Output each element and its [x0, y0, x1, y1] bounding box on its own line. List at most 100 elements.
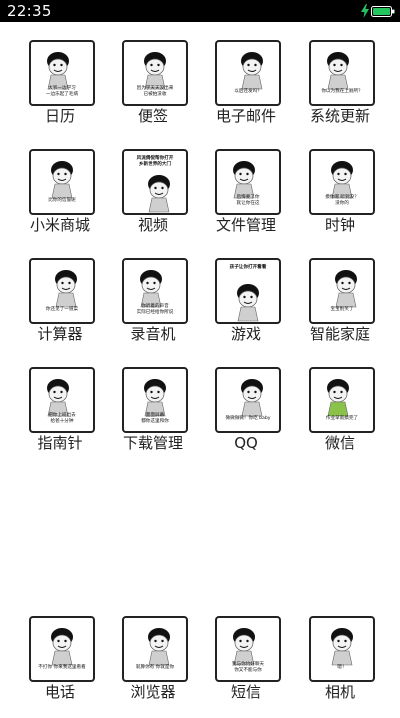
app-phone[interactable]: 不打你 你来我这里看看 电话 — [16, 612, 106, 718]
body-shape — [335, 292, 357, 308]
clock-icon: 摸你啊 听到没？ 没你的 — [309, 149, 375, 215]
meme-art: 孩子让你打开看看 — [230, 263, 267, 322]
app-label: 指南针 — [37, 434, 83, 452]
app-email[interactable]: 以后还发吗？ 电子邮件 — [202, 36, 292, 142]
eye-left — [239, 639, 242, 643]
eye-right — [60, 390, 63, 394]
app-label: 计算器 — [37, 325, 83, 343]
face-shape — [328, 58, 348, 76]
meme-art: 你还见了一道菜 — [46, 270, 79, 312]
meme-caption: 嗯！ — [337, 664, 346, 670]
meme-art: 把你上班出去给爸十分钟 — [47, 379, 76, 424]
mi-store-icon: 比你的信誉呢 — [29, 149, 95, 215]
meme-caption: 孩子让你打开看看 — [230, 263, 267, 270]
app-camera[interactable]: 嗯！ 相机 — [296, 612, 386, 718]
body-shape — [327, 401, 349, 417]
face-shape — [328, 385, 348, 403]
meme-caption: 宝宝别笑了 — [331, 305, 354, 312]
compass-icon: 把你上班出去 给爸十分钟 — [29, 367, 95, 433]
meme-art: 后悔要了你就让你在这 — [233, 161, 260, 206]
face-shape — [52, 167, 72, 185]
meme-art: 风流倜傥帮你打开乡新世界的大门 — [137, 154, 174, 213]
body-shape — [148, 650, 170, 666]
app-label: 小米商城 — [29, 216, 90, 234]
app-messages[interactable]: 我与你约好聊天 你又不能与你 短信 — [202, 612, 292, 718]
face-shape — [141, 276, 161, 294]
eye-right — [153, 281, 156, 285]
app-wechat[interactable]: 作业早就搞完了 微信 — [296, 363, 386, 469]
face-shape — [48, 385, 68, 403]
app-mi-store[interactable]: 比你的信誉呢小米商城 — [16, 145, 106, 251]
face-shape — [234, 167, 254, 185]
recorder-icon: 你听着的声音 实际已经给你所说 — [122, 258, 188, 324]
eye-left — [333, 63, 336, 67]
app-label: 浏览器 — [130, 683, 176, 701]
eye-right — [254, 390, 257, 394]
app-compass[interactable]: 把你上班出去 给爸十分钟指南针 — [16, 363, 106, 469]
body-shape — [237, 306, 259, 322]
app-label: 视频 — [137, 216, 168, 234]
eye-right — [64, 639, 67, 643]
app-games[interactable]: 孩子让你打开看看 游戏 — [202, 254, 292, 360]
meme-caption: 我与你约好聊天 — [232, 660, 265, 667]
body-shape — [241, 401, 263, 417]
face-shape — [149, 634, 169, 652]
eye-right — [254, 63, 257, 67]
app-clock[interactable]: 摸你啊 听到没？ 没你的 时钟 — [296, 145, 386, 251]
eye-right — [60, 63, 63, 67]
meme-caption: 乡新世界的大门 — [139, 160, 172, 167]
app-calendar[interactable]: 大爷一边学习 一边乐起了毛病 日历 — [16, 36, 106, 142]
app-downloads[interactable]: 面面屏幕 都你这里和你 下载管理 — [109, 363, 199, 469]
app-label: 微信 — [324, 434, 355, 452]
games-icon: 孩子让你打开看看 — [215, 258, 281, 324]
app-calculator[interactable]: 你还见了一道菜计算器 — [16, 254, 106, 360]
meme-caption: 后悔要了你 — [237, 193, 260, 200]
battery-icon — [371, 6, 395, 17]
face-shape — [336, 276, 356, 294]
qq-icon: 微微微微！你吃 baby — [215, 367, 281, 433]
meme-caption: 就算你有 你就是你 — [136, 663, 175, 670]
meme-caption: 把你上班出去 — [48, 411, 76, 418]
meme-art: 我与你约好聊天你又不能与你 — [232, 628, 265, 673]
face-shape — [145, 385, 165, 403]
app-grid: 大爷一边学习 一边乐起了毛病 日历 因为学天天没出来 已被拍没收 便签 以后还发吗？ 电子… — [0, 36, 400, 472]
face-shape — [145, 58, 165, 76]
meme-caption: 都你这里和你 — [141, 417, 169, 424]
body-shape — [148, 197, 170, 213]
app-recorder[interactable]: 你听着的声音 实际已经给你所说 录音机 — [109, 254, 199, 360]
meme-caption: 因为学天天没出来 — [137, 84, 174, 91]
face-shape — [238, 290, 258, 308]
app-browser[interactable]: 就算你有 你就是你浏览器 — [109, 612, 199, 718]
meme-caption: 以后还发吗？ — [234, 87, 262, 94]
meme-caption: 实际已经给你所说 — [137, 308, 174, 315]
meme-caption: 没你的 — [335, 199, 349, 206]
eye-right — [344, 639, 347, 643]
email-icon: 以后还发吗？ — [215, 40, 281, 106]
meme-caption: 作业早就搞完了 — [326, 414, 359, 421]
eye-right — [348, 281, 351, 285]
app-file-manager[interactable]: 后悔要了你 就让你在这 文件管理 — [202, 145, 292, 251]
app-notes[interactable]: 因为学天天没出来 已被拍没收 便签 — [109, 36, 199, 142]
meme-art: 因为学天天没出来已被拍没收 — [137, 52, 174, 97]
eye-right — [157, 390, 160, 394]
app-smart-home[interactable]: 宝宝别笑了 智能家庭 — [296, 254, 386, 360]
face-shape — [242, 58, 262, 76]
app-qq[interactable]: 微微微微！你吃 baby QQ — [202, 363, 292, 469]
eye-left — [150, 390, 153, 394]
calculator-icon: 你还见了一道菜 — [29, 258, 95, 324]
eye-left — [333, 390, 336, 394]
eye-left — [247, 390, 250, 394]
meme-caption: 你还见了一道菜 — [46, 305, 79, 312]
meme-caption: 摸你啊 听到没？ — [325, 193, 359, 200]
app-label: 相机 — [324, 683, 355, 701]
app-label: 系统更新 — [309, 107, 370, 125]
app-system-update[interactable]: 你以为我在上厕所？ 系统更新 — [296, 36, 386, 142]
smart-home-icon: 宝宝别笑了 — [309, 258, 375, 324]
status-time: 22:35 — [7, 2, 52, 20]
eye-left — [53, 63, 56, 67]
meme-caption: 比你的信誉呢 — [48, 196, 76, 203]
eye-left — [337, 639, 340, 643]
eye-left — [243, 295, 246, 299]
app-video[interactable]: 风流倜傥帮你打开 乡新世界的大门视频 — [109, 145, 199, 251]
body-shape — [55, 292, 77, 308]
